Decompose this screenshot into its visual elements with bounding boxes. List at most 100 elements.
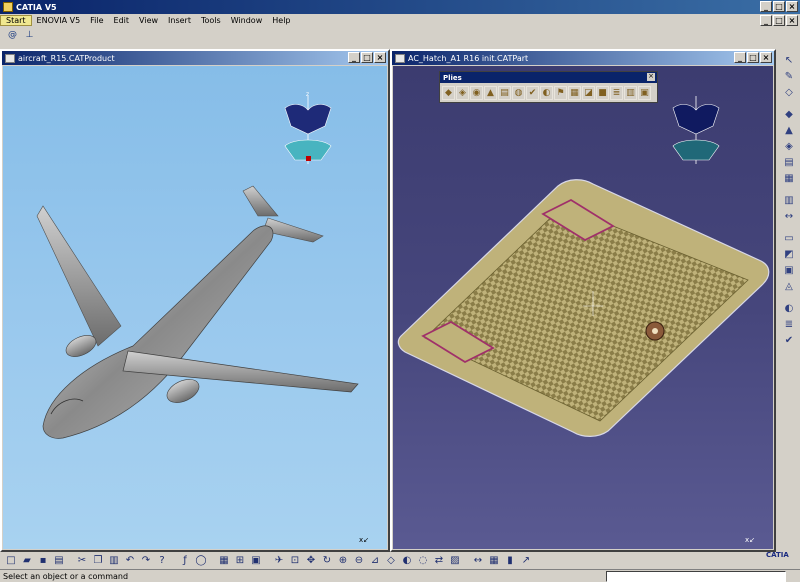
ply-table-icon[interactable]: ▦	[568, 86, 581, 100]
menu-tools[interactable]: Tools	[196, 16, 226, 25]
grid-icon[interactable]: ▦	[782, 171, 796, 185]
help-icon[interactable]: ?	[155, 554, 169, 568]
catia-app-icon	[3, 2, 13, 12]
cut-icon[interactable]: ✂	[75, 554, 89, 568]
solid-icon[interactable]: ◆	[782, 107, 796, 121]
document-window-aircraft[interactable]: aircraft_R15.CATProduct _ □ × z x↙	[0, 49, 390, 552]
close-button[interactable]: ×	[786, 1, 798, 12]
ply-book-icon[interactable]: ▥	[624, 86, 637, 100]
print-icon[interactable]: ▤	[52, 554, 66, 568]
open-icon[interactable]: ▰	[20, 554, 34, 568]
compass-widget[interactable]: z	[281, 90, 335, 170]
select-icon[interactable]: ↗	[519, 554, 533, 568]
tree-icon[interactable]: ⊞	[233, 554, 247, 568]
doc-close-button[interactable]: ×	[760, 52, 772, 63]
pan-icon[interactable]: ✥	[304, 554, 318, 568]
menu-window[interactable]: Window	[226, 16, 268, 25]
sheet-icon[interactable]: ▭	[782, 231, 796, 245]
ply-edit-icon[interactable]: ◉	[470, 86, 483, 100]
menu-view[interactable]: View	[134, 16, 163, 25]
layer-icon[interactable]: ≣	[782, 317, 796, 331]
minimize-button[interactable]: _	[760, 1, 772, 12]
export-icon[interactable]: ▣	[782, 263, 796, 277]
mdi-restore-button[interactable]: □	[773, 15, 785, 26]
menu-insert[interactable]: Insert	[163, 16, 196, 25]
command-input[interactable]	[606, 570, 786, 582]
ply-explode-icon[interactable]: ◍	[512, 86, 525, 100]
measure-icon[interactable]: ↔	[782, 209, 796, 223]
ply-stack-icon[interactable]: ▤	[498, 86, 511, 100]
table-icon[interactable]: ▦	[217, 554, 231, 568]
doc-maximize-button[interactable]: □	[361, 52, 373, 63]
sketch-icon[interactable]: ✎	[782, 69, 796, 83]
doc-maximize-button[interactable]: □	[747, 52, 759, 63]
ply-layer-icon[interactable]: ≣	[610, 86, 623, 100]
ply-cut-icon[interactable]: ◪	[582, 86, 595, 100]
menu-enovia[interactable]: ENOVIA V5	[32, 16, 86, 25]
undo-icon[interactable]: ↶	[123, 554, 137, 568]
spiral-icon[interactable]: @	[6, 29, 19, 42]
normal-view-icon[interactable]: ⊿	[368, 554, 382, 568]
mdi-minimize-button[interactable]: _	[760, 15, 772, 26]
doc-close-button[interactable]: ×	[374, 52, 386, 63]
fit-icon[interactable]: ⊡	[288, 554, 302, 568]
plies-close-button[interactable]: ×	[647, 73, 655, 81]
redo-icon[interactable]: ↷	[139, 554, 153, 568]
maximize-button[interactable]: □	[773, 1, 785, 12]
save-mgmt-icon[interactable]: ▦	[487, 554, 501, 568]
analysis-icon[interactable]: ◬	[782, 279, 796, 293]
zoom-out-icon[interactable]: ⊖	[352, 554, 366, 568]
document-window-hatch[interactable]: AC_Hatch_A1 R16 init.CATPart _ □ × x↙ Pl…	[390, 49, 776, 552]
copy-icon[interactable]: ❐	[91, 554, 105, 568]
workbench-toolbar-right: ↖ ✎ ◇ ◆ ▲ ◈ ▤ ▦ ▥ ↔ ▭ ◩ ▣ ◬ ◐ ≣ ✔	[778, 49, 800, 552]
measure-icon[interactable]: ↔	[471, 554, 485, 568]
3d-viewport-aircraft[interactable]: z x↙	[3, 66, 387, 549]
comment-icon[interactable]: ◯	[194, 554, 208, 568]
render-icon[interactable]: ◐	[400, 554, 414, 568]
arrow-icon[interactable]: ↖	[782, 53, 796, 67]
3d-viewport-hatch[interactable]: x↙ Plies × ◆ ◈ ◉ ▲ ▤ ◍ ✔ ◐ ⚑ ▦ ◪ ■ ≣ ▥ ▣	[393, 66, 773, 549]
ply-solid-icon[interactable]: ■	[596, 86, 609, 100]
zoom-in-icon[interactable]: ⊕	[336, 554, 350, 568]
compass-widget[interactable]	[669, 90, 723, 170]
new-icon[interactable]: □	[4, 554, 18, 568]
rotate-icon[interactable]: ↻	[320, 554, 334, 568]
swap-icon[interactable]: ⇄	[432, 554, 446, 568]
doc-minimize-button[interactable]: _	[734, 52, 746, 63]
right-engine	[166, 379, 200, 403]
ply-link-icon[interactable]: ⚑	[554, 86, 567, 100]
menu-file[interactable]: File	[85, 16, 108, 25]
stack-icon[interactable]: ▤	[782, 155, 796, 169]
doc-minimize-button[interactable]: _	[348, 52, 360, 63]
fly-icon[interactable]: ✈	[272, 554, 286, 568]
mdi-close-button[interactable]: ×	[786, 15, 798, 26]
ply-check-icon[interactable]: ✔	[526, 86, 539, 100]
lock-icon[interactable]: ▮	[503, 554, 517, 568]
ply-export-icon[interactable]: ▣	[638, 86, 651, 100]
plane-icon[interactable]: ◇	[782, 85, 796, 99]
ply-group-icon[interactable]: ◆	[442, 86, 455, 100]
plies-toolbar[interactable]: Plies × ◆ ◈ ◉ ▲ ▤ ◍ ✔ ◐ ⚑ ▦ ◪ ■ ≣ ▥ ▣	[439, 71, 658, 103]
secondary-toolbar: @ ⊥	[0, 27, 800, 43]
save-icon[interactable]: ▪	[36, 554, 50, 568]
menu-help[interactable]: Help	[267, 16, 295, 25]
check-icon[interactable]: ✔	[782, 333, 796, 347]
axis-icon[interactable]: ⊥	[23, 29, 36, 42]
menu-start[interactable]: Start	[0, 15, 32, 26]
cube-icon[interactable]: ▨	[448, 554, 462, 568]
menu-edit[interactable]: Edit	[109, 16, 135, 25]
render-icon[interactable]: ◐	[782, 301, 796, 315]
fold-icon[interactable]: ◩	[782, 247, 796, 261]
ply-limit-icon[interactable]: ◐	[540, 86, 553, 100]
ply-icon[interactable]: ◈	[456, 86, 469, 100]
iso-view-icon[interactable]: ◇	[384, 554, 398, 568]
ply-icon[interactable]: ◈	[782, 139, 796, 153]
formula-icon[interactable]: ƒ	[178, 554, 192, 568]
paste-icon[interactable]: ▥	[107, 554, 121, 568]
ply-zone-icon[interactable]: ▲	[484, 86, 497, 100]
shape-icon[interactable]: ▲	[782, 123, 796, 137]
catalog-icon[interactable]: ▣	[249, 554, 263, 568]
hide-icon[interactable]: ◌	[416, 554, 430, 568]
app-window-controls: _ □ ×	[760, 1, 798, 12]
table-icon[interactable]: ▥	[782, 193, 796, 207]
